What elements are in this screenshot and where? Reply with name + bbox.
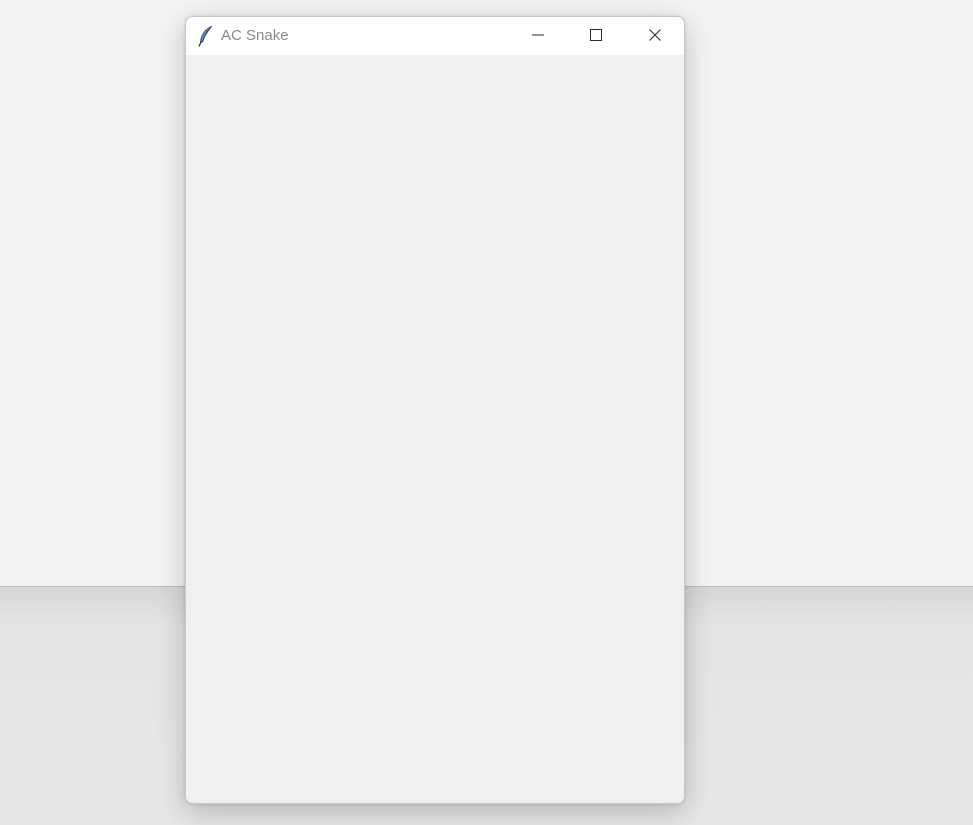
app-window: AC Snake [185,16,685,804]
close-button[interactable] [626,17,684,55]
maximize-button[interactable] [567,17,625,55]
window-title: AC Snake [221,27,289,44]
feather-icon [196,25,216,47]
window-client-area[interactable] [186,55,684,803]
minimize-button[interactable] [509,17,567,55]
title-bar[interactable]: AC Snake [186,17,684,55]
maximize-icon [589,27,603,46]
close-icon [648,27,662,46]
minimize-icon [531,27,545,46]
